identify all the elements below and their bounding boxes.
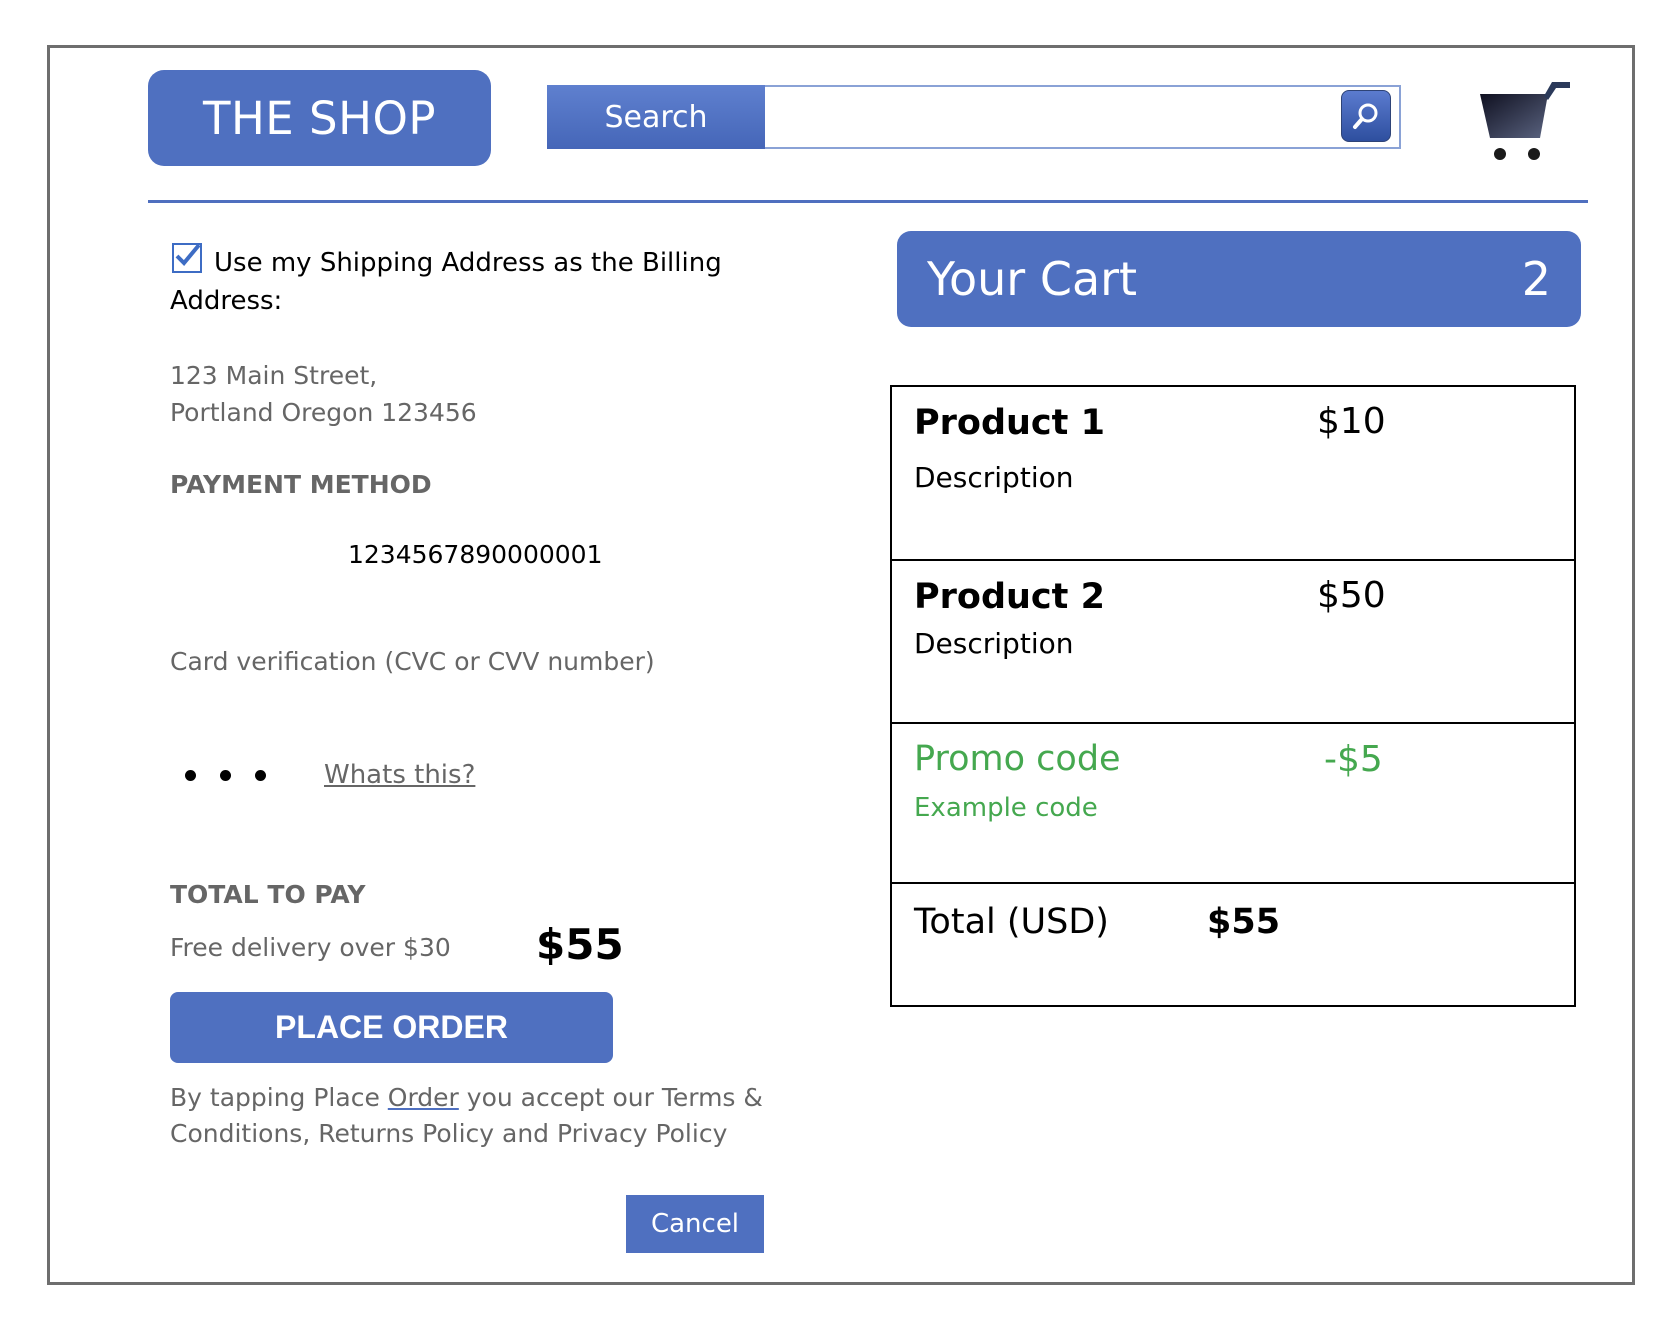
shop-logo[interactable]: THE SHOP — [148, 70, 491, 166]
search-button[interactable] — [1341, 90, 1391, 142]
whats-this-link[interactable]: Whats this? — [324, 760, 475, 790]
search-input[interactable] — [768, 88, 1338, 146]
cart-item-description: Description — [914, 627, 1074, 660]
cart-item-description: Description — [914, 461, 1074, 494]
promo-code-value: Example code — [914, 793, 1098, 823]
billing-checkbox-label: Use my Shipping Address as the Billing A… — [170, 248, 722, 316]
cart-title: Your Cart — [927, 252, 1138, 306]
cancel-button[interactable]: Cancel — [626, 1195, 764, 1253]
row-divider — [892, 882, 1574, 884]
row-divider — [892, 559, 1574, 561]
cvc-dot — [185, 770, 196, 781]
free-delivery-note: Free delivery over $30 — [170, 933, 451, 962]
magnifier-icon — [1353, 103, 1378, 129]
promo-code-label: Promo code — [914, 739, 1121, 779]
billing-checkbox[interactable] — [172, 243, 202, 273]
cvc-dot — [255, 770, 266, 781]
legal-text-before: By tapping Place — [170, 1083, 388, 1112]
billing-address: 123 Main Street, Portland Oregon 123456 — [170, 357, 477, 431]
place-order-button[interactable]: PLACE ORDER — [170, 992, 613, 1063]
payment-method-title: PAYMENT METHOD — [170, 470, 432, 499]
cart-total-label: Total (USD) — [914, 902, 1109, 942]
checkmark-icon — [175, 243, 201, 266]
shopping-cart-icon[interactable] — [1478, 82, 1573, 167]
cart-item-price: $50 — [1317, 575, 1386, 616]
cart-count-badge: 2 — [1521, 252, 1551, 306]
card-number[interactable]: 1234567890000001 — [348, 540, 603, 569]
cvc-dot — [220, 770, 231, 781]
row-divider — [892, 722, 1574, 724]
billing-checkbox-row[interactable]: Use my Shipping Address as the Billing A… — [170, 243, 730, 320]
cart-header: Your Cart 2 — [897, 231, 1581, 327]
cart-summary-table: Product 1 Description $10 Product 2 Desc… — [890, 385, 1576, 1007]
cart-item-name: Product 2 — [914, 577, 1105, 617]
total-to-pay-amount: $55 — [536, 920, 624, 969]
total-to-pay-title: TOTAL TO PAY — [170, 880, 366, 909]
search-label: Search — [547, 85, 765, 149]
cart-total-value: $55 — [1207, 902, 1281, 942]
header-divider — [148, 200, 1588, 203]
cvc-label: Card verification (CVC or CVV number) — [170, 647, 655, 676]
promo-discount: -$5 — [1324, 739, 1383, 780]
legal-text-order: Order — [387, 1083, 459, 1112]
address-line2: Portland Oregon 123456 — [170, 398, 477, 427]
legal-notice: By tapping Place Order you accept our Te… — [170, 1080, 770, 1152]
address-line1: 123 Main Street, — [170, 361, 378, 390]
cart-item-name: Product 1 — [914, 403, 1105, 443]
cart-item-price: $10 — [1317, 401, 1386, 442]
